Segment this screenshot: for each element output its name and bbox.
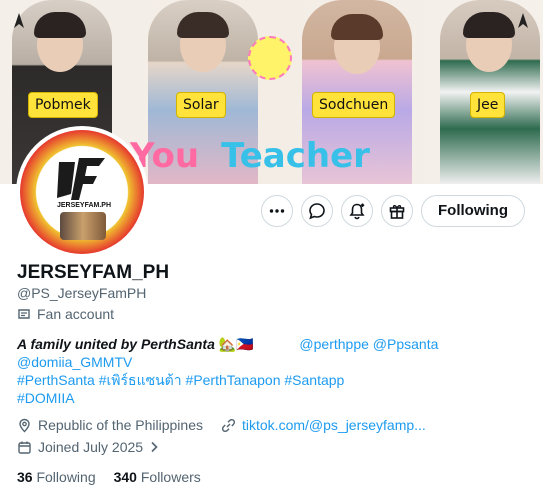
mention-link[interactable]: @perthppe — [299, 336, 368, 352]
banner-name-tag: Sodchuen — [312, 92, 396, 118]
banner-title-word: Teacher — [221, 136, 370, 176]
banner-name-tag: Pobmek — [28, 92, 98, 118]
following-label: Following — [36, 469, 96, 485]
location-icon — [19, 418, 30, 432]
banner-corner-logo-icon — [14, 13, 24, 28]
followers-count[interactable]: 340 Followers — [114, 469, 201, 485]
notify-button[interactable] — [341, 195, 374, 227]
followers-label: Followers — [140, 469, 201, 485]
profile-actions: Following — [261, 195, 525, 227]
calendar-icon — [18, 441, 31, 454]
profile-bio: A family united by PerthSanta 🏡🇵🇭 @perth… — [17, 335, 527, 407]
avatar-photo — [60, 212, 106, 240]
hashtag-link[interactable]: #DOMIIA — [17, 390, 75, 406]
account-type-label: Fan account — [37, 306, 115, 322]
banner-person-2-hair — [177, 12, 229, 38]
jersey-logo-icon — [57, 158, 105, 200]
avatar-image: JERSEYFAM.PH — [20, 130, 144, 254]
banner-person-1-hair — [34, 12, 86, 38]
avatar-caption: JERSEYFAM.PH — [56, 202, 112, 209]
mention-link[interactable]: @domiia_GMMTV — [17, 354, 132, 370]
hashtag-links[interactable]: #PerthSanta #เพิร์ธแซนต้า #PerthTanapon … — [17, 372, 344, 388]
bio-tagline: A family united by PerthSanta — [17, 336, 215, 352]
banner-person-4-hair — [463, 12, 515, 38]
profile-avatar[interactable]: JERSEYFAM.PH — [16, 126, 148, 258]
banner-sticker — [248, 36, 292, 80]
link-icon — [221, 418, 236, 432]
subscribe-button[interactable] — [381, 195, 414, 227]
chevron-right-icon — [151, 441, 158, 453]
follow-counts: 36 Following 340 Followers — [17, 469, 201, 485]
message-icon — [309, 203, 325, 220]
notify-icon — [349, 203, 365, 220]
more-button[interactable] — [261, 195, 294, 227]
location-text: Republic of the Philippines — [38, 417, 203, 433]
following-number: 36 — [17, 469, 33, 485]
fan-account-icon — [18, 309, 30, 319]
account-type-badge: Fan account — [17, 306, 114, 322]
display-name: JERSEYFAM_PH — [17, 262, 170, 283]
banner-corner-logo-icon — [518, 13, 528, 28]
website-link[interactable]: tiktok.com/@ps_jerseyfamp... — [242, 417, 426, 433]
following-count[interactable]: 36 Following — [17, 469, 96, 485]
mention-link[interactable]: @Ppsanta — [373, 336, 439, 352]
bio-line-1: A family united by PerthSanta 🏡🇵🇭 @perth… — [17, 335, 527, 353]
followers-number: 340 — [113, 469, 137, 485]
banner-title: You Teacher — [130, 134, 370, 178]
banner-name-tag: Solar — [176, 92, 226, 118]
gift-icon — [389, 205, 405, 219]
banner-name-tag: Jee — [470, 92, 506, 118]
message-button[interactable] — [301, 195, 334, 227]
following-button[interactable]: Following — [421, 195, 525, 227]
join-date: Joined July 2025 — [38, 439, 144, 455]
bio-line-3: #PerthSanta #เพิร์ธแซนต้า #PerthTanapon … — [17, 371, 527, 389]
more-icon — [269, 209, 285, 213]
bio-line-2: @domiia_GMMTV — [17, 353, 527, 371]
join-date-row[interactable]: Joined July 2025 — [17, 439, 159, 455]
bio-line-4: #DOMIIA — [17, 389, 527, 407]
banner-person-3-hair — [331, 14, 383, 40]
profile-meta: Republic of the Philippines tiktok.com/@… — [17, 417, 426, 433]
user-handle: @PS_JerseyFamPH — [17, 285, 147, 301]
bio-emoji: 🏡🇵🇭 — [218, 336, 254, 352]
